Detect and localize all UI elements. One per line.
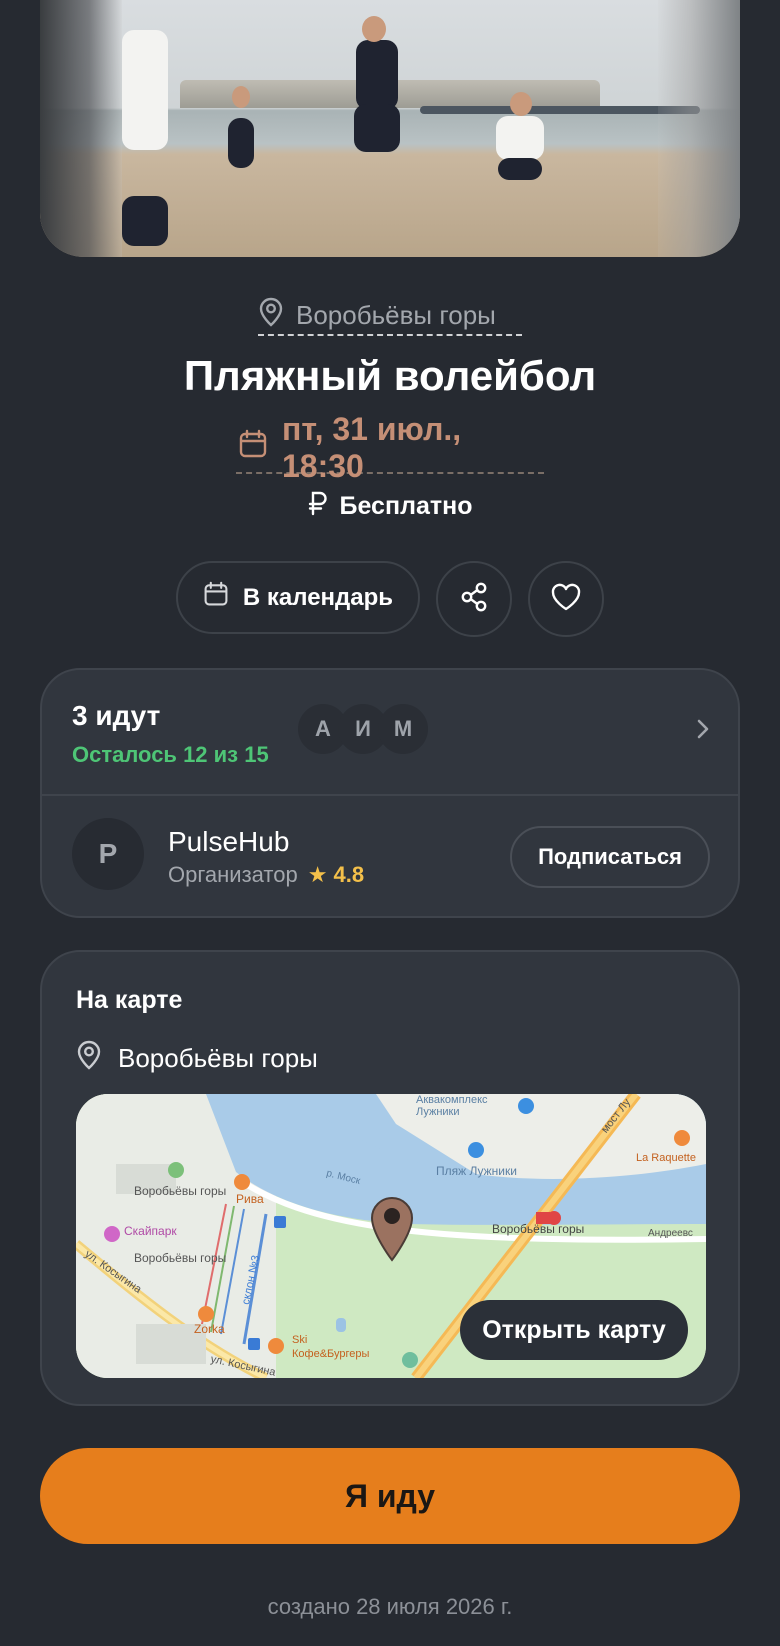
participants-remaining: Осталось 12 из 15 bbox=[72, 742, 269, 767]
participants-count: 3 идут bbox=[72, 700, 161, 731]
map-section-title: На карте bbox=[76, 986, 183, 1014]
event-date-link[interactable]: пт, 31 июл., 18:30 bbox=[236, 411, 544, 484]
add-to-calendar-button[interactable]: В календарь bbox=[176, 561, 420, 634]
favorite-button[interactable] bbox=[528, 561, 604, 637]
avatar: М bbox=[378, 704, 428, 754]
map-label-burgers: Кофе&Бургеры bbox=[292, 1348, 370, 1360]
calendar-icon bbox=[238, 429, 268, 467]
event-actions: В календарь bbox=[0, 561, 780, 637]
location-pin-icon bbox=[76, 1040, 102, 1077]
event-cover-image bbox=[40, 0, 740, 257]
map-label-aqua: Аквакомплекс Лужники bbox=[416, 1094, 488, 1118]
organizer-name[interactable]: PulseHub bbox=[168, 826, 289, 858]
map-label-zorka: Zorka bbox=[194, 1322, 225, 1336]
event-location-link[interactable]: Воробьёвы горы bbox=[258, 296, 522, 336]
player-white-shorts bbox=[498, 158, 542, 180]
join-event-button[interactable]: Я иду bbox=[40, 1448, 740, 1544]
map-label-andreev: Андреевс bbox=[648, 1228, 693, 1239]
map-label-riva: Рива bbox=[236, 1192, 264, 1206]
map-card: На карте Воробьёвы горы Аквакомплекс Луж… bbox=[40, 950, 740, 1406]
participants-organizer-card: 3 идут Осталось 12 из 15 А И М P PulseHu… bbox=[40, 668, 740, 918]
player-woman bbox=[228, 118, 254, 168]
map-label-beach: Пляж Лужники bbox=[436, 1164, 517, 1178]
player-woman-head bbox=[232, 86, 250, 108]
map-location-text: Воробьёвы горы bbox=[118, 1043, 318, 1073]
player-jumping-shorts bbox=[354, 104, 400, 152]
event-date-text: пт, 31 июл., 18:30 bbox=[282, 411, 462, 484]
player-white-head bbox=[510, 92, 532, 116]
map-label-skypark: Скайпарк bbox=[124, 1224, 177, 1238]
player-white-shirt bbox=[496, 116, 544, 160]
organizer-avatar[interactable]: P bbox=[72, 818, 144, 890]
organizer-role: Организатор bbox=[168, 862, 298, 887]
chevron-right-icon[interactable] bbox=[696, 716, 710, 747]
participants-summary[interactable]: 3 идут Осталось 12 из 15 bbox=[72, 700, 269, 768]
location-pin-icon bbox=[258, 297, 284, 334]
hero-fade-right bbox=[658, 0, 740, 257]
map-label-hills-stn: Воробьёвы горы bbox=[134, 1251, 227, 1265]
ruble-icon bbox=[308, 490, 328, 523]
player-left-shorts bbox=[122, 196, 168, 246]
player-jumping-head bbox=[362, 16, 386, 42]
heart-icon bbox=[550, 582, 582, 617]
created-date: создано 28 июля 2026 г. bbox=[267, 1594, 513, 1619]
hero-fade-left bbox=[40, 0, 122, 257]
event-location-text: Воробьёвы горы bbox=[296, 299, 496, 330]
add-to-calendar-label: В календарь bbox=[242, 583, 394, 611]
map-location: Воробьёвы горы bbox=[76, 1040, 318, 1077]
map-label-ski: Ski bbox=[292, 1334, 308, 1346]
map-label-hills-metro: Воробьёвы горы bbox=[492, 1222, 585, 1236]
share-button[interactable] bbox=[436, 561, 512, 637]
organizer-rating: ★ 4.8 bbox=[307, 862, 365, 887]
calendar-icon bbox=[203, 581, 229, 614]
player-jumping bbox=[356, 40, 398, 110]
event-price: Бесплатно bbox=[0, 490, 780, 523]
player-left-edge bbox=[122, 30, 168, 150]
map-preview[interactable]: Аквакомплекс Лужники Пляж Лужники Воробь… bbox=[76, 1094, 706, 1378]
share-icon bbox=[458, 581, 490, 618]
divider bbox=[42, 794, 738, 796]
event-price-text: Бесплатно bbox=[339, 492, 473, 520]
open-map-button[interactable]: Открыть карту bbox=[460, 1300, 688, 1360]
organizer-meta: Организатор ★ 4.8 bbox=[168, 862, 364, 888]
map-label-hills-left: Воробьёвы горы bbox=[134, 1184, 227, 1198]
event-title: Пляжный волейбол bbox=[183, 352, 597, 399]
subscribe-button[interactable]: Подписаться bbox=[510, 826, 710, 888]
map-label-laraquette: La Raquette bbox=[636, 1152, 696, 1164]
